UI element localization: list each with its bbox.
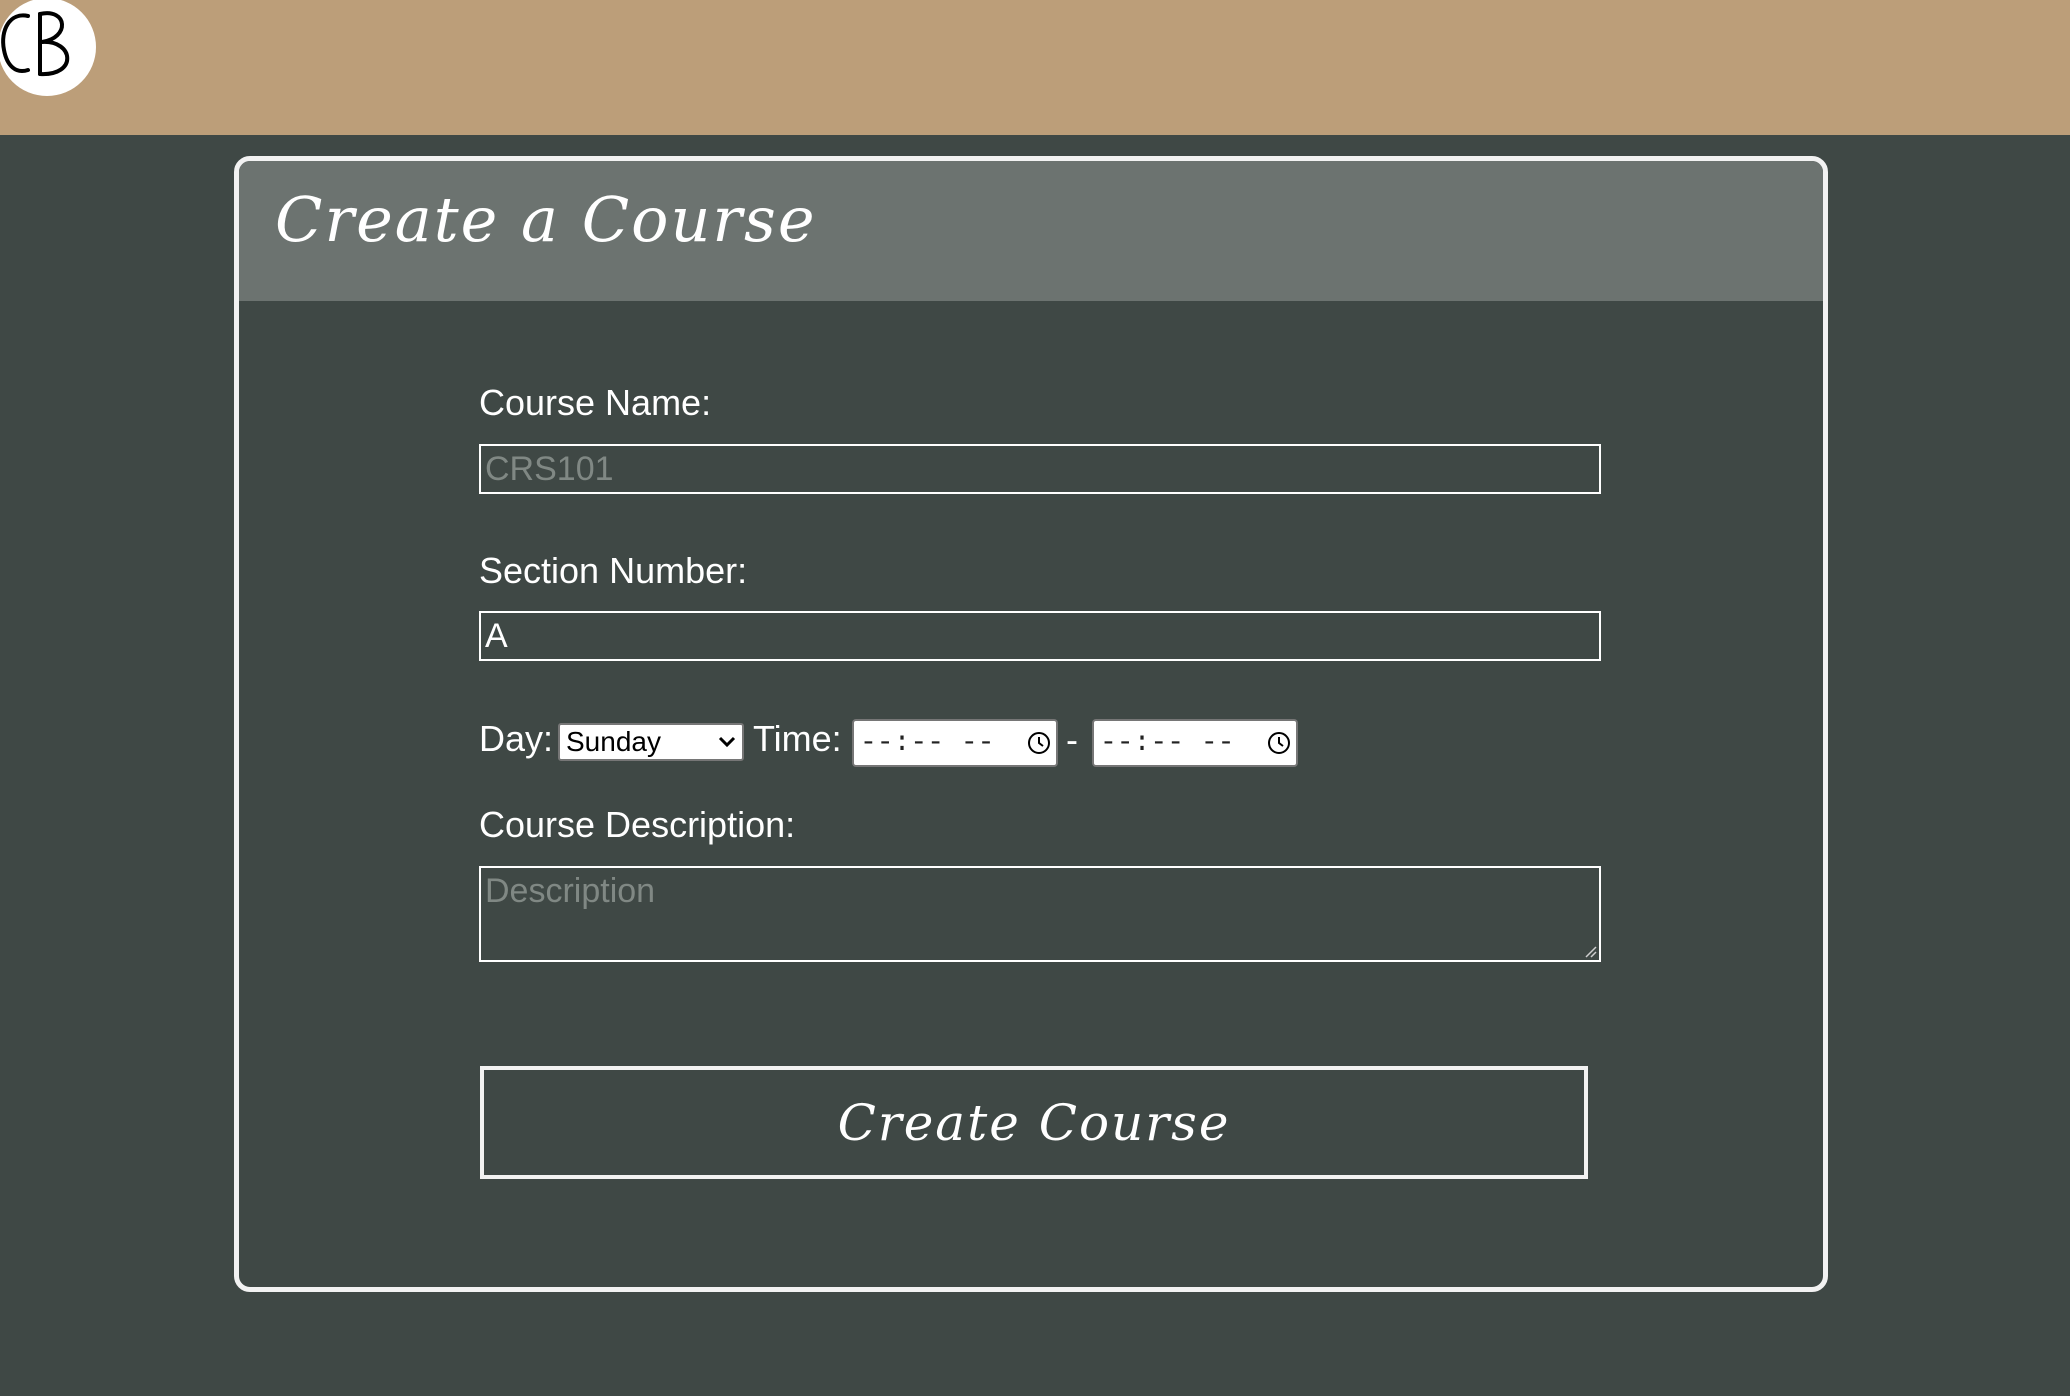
time-label: Time: [753, 718, 842, 759]
course-name-label: Course Name: [479, 382, 712, 423]
clock-icon[interactable] [1022, 731, 1056, 755]
card-header: Create a Course [239, 161, 1823, 301]
page-title: Create a Course [275, 183, 817, 256]
clock-icon[interactable] [1262, 731, 1296, 755]
day-select[interactable]: Sunday [558, 723, 744, 761]
start-time-input[interactable]: --:-- -- [852, 719, 1058, 767]
course-description-textarea[interactable] [479, 866, 1601, 962]
day-label: Day: [479, 718, 554, 759]
create-course-button[interactable]: Create Course [480, 1066, 1588, 1179]
course-description-wrapper [479, 866, 1601, 962]
day-select-value: Sunday [566, 726, 661, 757]
top-navigation-bar [0, 0, 2070, 135]
section-number-label: Section Number: [479, 550, 748, 591]
chevron-down-icon [712, 736, 742, 748]
end-time-value: --:-- -- [1100, 727, 1235, 759]
cb-logo-icon [1, 11, 70, 77]
start-time-value: --:-- -- [860, 727, 995, 759]
section-number-input[interactable] [479, 611, 1601, 661]
end-time-input[interactable]: --:-- -- [1092, 719, 1298, 767]
course-name-input[interactable] [479, 444, 1601, 494]
time-separator: - [1066, 719, 1078, 760]
logo[interactable] [0, 0, 96, 96]
resize-handle-icon[interactable] [1583, 944, 1597, 958]
course-description-label: Course Description: [479, 804, 796, 845]
